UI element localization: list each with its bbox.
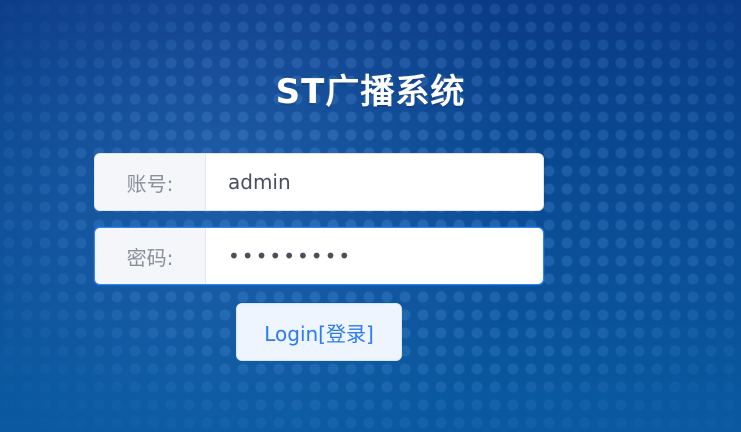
password-label: 密码: (95, 228, 206, 284)
username-field: 账号: (94, 153, 544, 211)
password-input[interactable] (206, 228, 543, 284)
password-field: 密码: (94, 227, 544, 285)
username-label: 账号: (95, 154, 206, 210)
login-form: 账号: 密码: Login[登录] (94, 153, 544, 361)
username-input[interactable] (206, 154, 543, 210)
page-title: ST广播系统 (275, 72, 466, 112)
login-button[interactable]: Login[登录] (236, 303, 402, 361)
